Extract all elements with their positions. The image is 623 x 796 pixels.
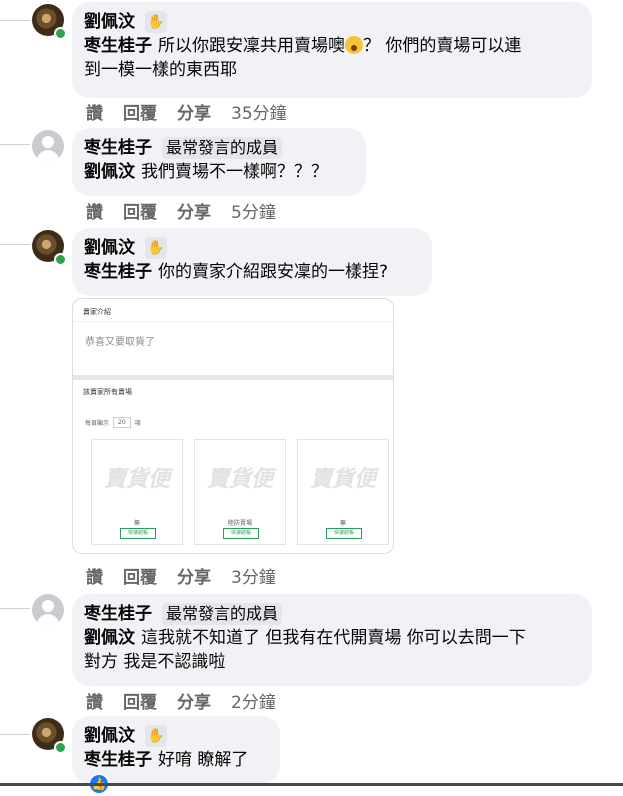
like-button[interactable]: 讚 xyxy=(86,688,103,713)
like-button[interactable]: 讚 xyxy=(86,198,103,223)
divider xyxy=(73,375,393,380)
thread-connector xyxy=(0,608,30,609)
share-button[interactable]: 分享 xyxy=(177,563,211,588)
store-logo: 賣貨便 xyxy=(206,466,273,492)
per-page-control: 每頁顯示 20 項 xyxy=(85,417,141,428)
reply-button[interactable]: 回覆 xyxy=(123,198,157,223)
timestamp[interactable]: 3分鐘 xyxy=(231,563,276,588)
share-button[interactable]: 分享 xyxy=(177,99,211,124)
comment-text-line2: 到一模一樣的東西耶 xyxy=(84,60,237,80)
mention-link[interactable]: 枣生桂子 xyxy=(84,750,152,770)
comment-text: 枣生桂子 所以你跟安凜共用賣場噢？ 你們的賣場可以連 xyxy=(84,36,522,56)
comment-bubble: 劉佩汶 ✋ 枣生桂子 你的賣家介紹跟安凜的一樣捏? xyxy=(72,228,432,296)
divider xyxy=(73,321,393,322)
share-button[interactable]: 分享 xyxy=(177,198,211,223)
section-title: 該賣家所有賣場 xyxy=(83,388,132,396)
comment-text-line2: 對方 我是不認識啦 xyxy=(84,652,226,672)
store-card: 賣貨便 無 快速結帳 xyxy=(91,439,183,545)
attached-screenshot[interactable]: 賣家介紹 恭喜又要取貨了 該賣家所有賣場 每頁顯示 20 項 賣貨便 無 快速結… xyxy=(72,298,394,554)
avatar[interactable] xyxy=(32,594,64,626)
reply-button[interactable]: 回覆 xyxy=(123,563,157,588)
member-badge: 最常發言的成員 xyxy=(162,603,283,625)
like-button[interactable]: 讚 xyxy=(86,563,103,588)
timestamp[interactable]: 35分鐘 xyxy=(231,99,287,124)
wave-hand-icon: ✋ xyxy=(145,11,167,33)
comment-author[interactable]: 枣生桂子 xyxy=(84,137,152,159)
comment-text: 劉佩汶 這我就不知道了 但我有在代開賣場 你可以去問一下 xyxy=(84,628,526,648)
online-indicator xyxy=(54,27,67,40)
comment-author[interactable]: 枣生桂子 xyxy=(84,603,152,625)
store-logo: 賣貨便 xyxy=(103,466,170,492)
comment-bubble: 劉佩汶 ✋ 枣生桂子 所以你跟安凜共用賣場噢？ 你們的賣場可以連 到一模一樣的東西… xyxy=(72,2,592,98)
thread-connector xyxy=(0,144,30,145)
comment-bubble: 劉佩汶 ✋ 枣生桂子好唷 瞭解了👍 xyxy=(72,716,280,795)
per-page-select: 20 xyxy=(113,417,131,428)
comment-text: 劉佩汶 我們賣場不一樣啊？？？ xyxy=(84,162,328,182)
reply-button[interactable]: 回覆 xyxy=(123,99,157,124)
online-indicator xyxy=(54,741,67,754)
thread-connector xyxy=(0,734,30,735)
comment-actions: 讚 回覆 分享 2分鐘 xyxy=(86,688,276,713)
thread-connector xyxy=(0,244,30,245)
store-card: 賣貨便 無 快速結帳 xyxy=(297,439,389,545)
comment-text: 枣生桂子好唷 瞭解了👍 xyxy=(84,748,268,796)
section-title: 賣家介紹 xyxy=(83,308,111,316)
comment-actions: 讚 回覆 分享 5分鐘 xyxy=(86,198,276,223)
comment-bubble: 枣生桂子 最常發言的成員 劉佩汶 我們賣場不一樣啊？？？ xyxy=(72,128,366,196)
mention-link[interactable]: 劉佩汶 xyxy=(84,162,135,182)
comment-bubble: 枣生桂子 最常發言的成員 劉佩汶 這我就不知道了 但我有在代開賣場 你可以去問一下… xyxy=(72,594,592,686)
comment-author[interactable]: 劉佩汶 xyxy=(84,725,135,747)
avatar[interactable] xyxy=(32,130,64,162)
like-button[interactable]: 讚 xyxy=(86,99,103,124)
mention-link[interactable]: 劉佩汶 xyxy=(84,628,135,648)
mention-link[interactable]: 枣生桂子 xyxy=(84,262,152,282)
comment-author[interactable]: 劉佩汶 xyxy=(84,11,135,33)
store-logo: 賣貨便 xyxy=(309,466,376,492)
store-card: 賣貨便 陸防賣場 快速結帳 xyxy=(194,439,286,545)
mention-link[interactable]: 枣生桂子 xyxy=(84,36,152,56)
share-button[interactable]: 分享 xyxy=(177,688,211,713)
online-indicator xyxy=(54,253,67,266)
thread-connector xyxy=(0,20,30,21)
timestamp[interactable]: 5分鐘 xyxy=(231,198,276,223)
member-badge: 最常發言的成員 xyxy=(162,137,283,159)
timestamp[interactable]: 2分鐘 xyxy=(231,688,276,713)
reply-button[interactable]: 回覆 xyxy=(123,688,157,713)
hushed-face-emoji xyxy=(345,36,363,54)
seller-intro-text: 恭喜又要取貨了 xyxy=(85,337,155,348)
comment-text: 枣生桂子 你的賣家介紹跟安凜的一樣捏? xyxy=(84,262,389,282)
comment-author[interactable]: 劉佩汶 xyxy=(84,237,135,259)
wave-hand-icon: ✋ xyxy=(145,237,167,259)
wave-hand-icon: ✋ xyxy=(145,725,167,747)
comment-actions: 讚 回覆 分享 35分鐘 xyxy=(86,99,287,124)
comment-actions: 讚 回覆 分享 3分鐘 xyxy=(86,563,276,588)
